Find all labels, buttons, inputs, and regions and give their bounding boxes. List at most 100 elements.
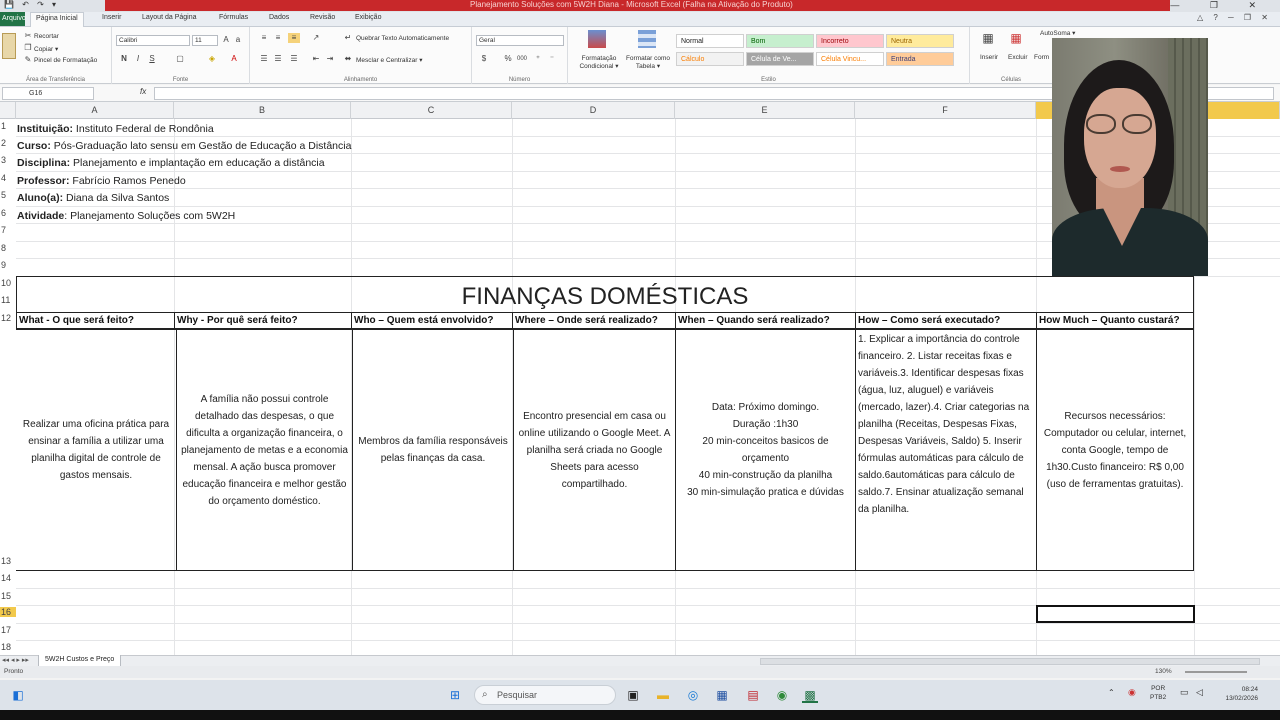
chrome-icon[interactable]: ◉ (774, 687, 790, 703)
help-icons[interactable]: △ ? ─ ❐ ✕ (1197, 13, 1272, 22)
store-icon[interactable]: ▦ (714, 687, 730, 703)
number-format-select[interactable]: Geral (476, 35, 564, 46)
row-header[interactable]: 10 (0, 278, 16, 288)
row-header[interactable]: 9 (0, 260, 16, 270)
cell-how-much[interactable]: Recursos necessários: Computador ou celu… (1036, 329, 1194, 571)
edge-icon[interactable]: ◎ (685, 687, 701, 703)
column-header-c[interactable]: C (351, 102, 512, 119)
font-name-select[interactable]: Calibri (116, 35, 190, 46)
file-explorer-icon[interactable]: ▬ (655, 687, 671, 703)
taskbar-search[interactable]: ⌕ Pesquisar (474, 685, 616, 705)
quick-access-toolbar[interactable]: 💾 ↶ ↷ ▾ (4, 0, 59, 10)
paste-icon[interactable] (2, 33, 16, 59)
bold-button[interactable]: N (118, 54, 130, 64)
italic-button[interactable]: I (132, 54, 144, 64)
tab-home[interactable]: Página Inicial (30, 12, 84, 28)
borders-icon[interactable]: ▢ (174, 54, 186, 64)
merge-center-button[interactable]: Mesclar e Centralizar ▾ (356, 56, 422, 64)
column-header-d[interactable]: D (512, 102, 675, 119)
style-calculation[interactable]: Cálculo (676, 52, 744, 66)
header-why[interactable]: Why - Por quê será feito? (174, 312, 352, 329)
format-as-table-icon[interactable] (638, 30, 656, 48)
zoom-level[interactable]: 130% (1155, 668, 1172, 675)
info-institution[interactable]: Instituição: Instituto Federal de Rondôn… (17, 123, 214, 135)
row-header[interactable]: 5 (0, 190, 16, 200)
align-left-icon[interactable]: ☰ (258, 54, 270, 64)
horizontal-scrollbar[interactable] (760, 658, 1260, 665)
autosum-button[interactable]: AutoSoma ▾ (1040, 29, 1075, 37)
tray-app-icon[interactable]: ◉ (1128, 687, 1136, 698)
row-header[interactable]: 7 (0, 225, 16, 235)
thousands-button[interactable]: 000 (516, 54, 528, 64)
increase-decimal-icon[interactable]: ⁺ (532, 54, 544, 64)
tab-page-layout[interactable]: Layout da Página (142, 14, 197, 21)
percent-button[interactable]: % (502, 54, 514, 64)
row-header[interactable]: 12 (0, 313, 16, 323)
zoom-slider[interactable] (1185, 671, 1247, 673)
row-header[interactable]: 4 (0, 173, 16, 183)
align-top-icon[interactable]: ≡ (258, 33, 270, 43)
header-how[interactable]: How – Como será executado? (855, 312, 1037, 329)
row-header[interactable]: 11 (0, 295, 16, 305)
select-all-corner[interactable] (0, 102, 16, 119)
conditional-formatting-icon[interactable] (588, 30, 606, 48)
row-header[interactable]: 3 (0, 155, 16, 165)
shrink-font-icon[interactable]: a (232, 35, 244, 45)
orientation-icon[interactable]: ↗ (310, 33, 322, 43)
tab-insert[interactable]: Inserir (102, 14, 121, 21)
conditional-formatting-button[interactable]: Formatação Condicional ▾ (572, 55, 626, 71)
style-neutral[interactable]: Neutra (886, 34, 954, 48)
cut-icon[interactable]: ✂ (22, 31, 34, 41)
cell-who[interactable]: Membros da família responsáveis pelas fi… (352, 329, 514, 571)
row-header[interactable]: 13 (0, 556, 16, 566)
copy-icon[interactable]: ❐ (22, 43, 34, 53)
insert-function-button[interactable]: fx (140, 87, 146, 96)
row-header[interactable]: 1 (0, 121, 16, 131)
font-color-icon[interactable]: A (228, 54, 240, 64)
cut-button[interactable]: Recortar (34, 33, 59, 40)
align-center-icon[interactable]: ☰ (272, 54, 284, 64)
tab-data[interactable]: Dados (269, 14, 289, 21)
sheet-nav-arrows[interactable]: ◂◂ ◂ ▸ ▸▸ (2, 656, 29, 664)
style-check-cell[interactable]: Célula de Ve... (746, 52, 814, 66)
header-where[interactable]: Where – Onde será realizado? (512, 312, 676, 329)
column-header-a[interactable]: A (16, 102, 174, 119)
insert-cells-icon[interactable]: ▦ (982, 32, 994, 44)
header-how-much[interactable]: How Much – Quanto custará? (1036, 312, 1194, 329)
network-icon[interactable]: ▭ (1180, 687, 1189, 698)
delete-cells-icon[interactable]: ▦ (1010, 32, 1022, 44)
volume-icon[interactable]: ◁ (1196, 687, 1203, 698)
fill-color-icon[interactable]: ◈ (206, 54, 218, 64)
align-right-icon[interactable]: ☰ (288, 54, 300, 64)
tab-review[interactable]: Revisão (310, 14, 335, 21)
tab-view[interactable]: Exibição (355, 14, 381, 21)
excel-icon[interactable]: ▩ (802, 687, 818, 703)
grow-font-icon[interactable]: A (220, 35, 232, 45)
info-professor[interactable]: Professor: Fabrício Ramos Penedo (17, 175, 186, 187)
row-header[interactable]: 6 (0, 208, 16, 218)
column-header-e[interactable]: E (675, 102, 855, 119)
row-header[interactable]: 18 (0, 642, 16, 652)
task-view-icon[interactable]: ▣ (625, 687, 641, 703)
format-painter-button[interactable]: Pincel de Formatação (34, 57, 97, 64)
style-normal[interactable]: Normal (676, 34, 744, 48)
align-middle-icon[interactable]: ≡ (272, 33, 284, 43)
align-bottom-icon[interactable]: ≡ (288, 33, 300, 43)
info-student[interactable]: Aluno(a): Diana da Silva Santos (17, 192, 169, 204)
column-header-f[interactable]: F (855, 102, 1036, 119)
row-header[interactable]: 17 (0, 625, 16, 635)
style-linked-cell[interactable]: Célula Vincu... (816, 52, 884, 66)
tab-file[interactable]: Arquivo (0, 12, 26, 26)
row-header[interactable]: 14 (0, 573, 16, 583)
decrease-indent-icon[interactable]: ⇤ (310, 54, 322, 64)
row-header[interactable]: 16 (0, 607, 16, 617)
info-activity[interactable]: Atividade: Planejamento Soluções com 5W2… (17, 210, 235, 222)
format-cells-button[interactable]: Form (1034, 54, 1049, 61)
increase-indent-icon[interactable]: ⇥ (324, 54, 336, 64)
copy-button[interactable]: Copiar ▾ (34, 45, 58, 53)
style-good[interactable]: Bom (746, 34, 814, 48)
table-title[interactable]: FINANÇAS DOMÉSTICAS (16, 276, 1194, 313)
currency-icon[interactable]: $ (478, 54, 490, 64)
insert-cells-button[interactable]: Inserir (980, 54, 998, 61)
selected-cell-g16[interactable] (1036, 605, 1195, 623)
